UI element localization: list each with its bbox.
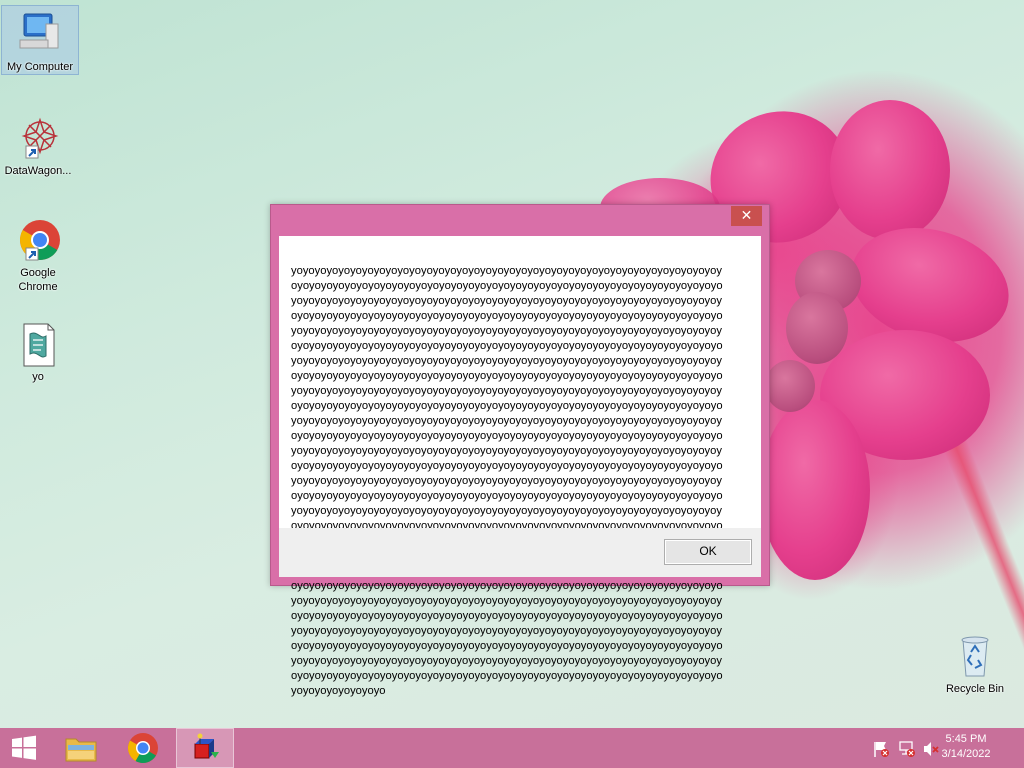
wallpaper-bud [786, 292, 848, 364]
tray-action-center[interactable] [872, 740, 890, 758]
folder-icon [65, 738, 97, 762]
message-dialog[interactable]: ✕ yoyoyoyoyoyoyoyoyoyoyoyoyoyoyoyoyoyoyo… [270, 204, 770, 697]
desktop[interactable]: My Computer DataWagon... Google Chrome y… [0, 0, 1024, 728]
taskbar-active-app[interactable] [176, 728, 234, 768]
flag-alert-icon [874, 742, 889, 757]
ok-button[interactable]: OK [664, 539, 752, 565]
windows-start-icon [12, 735, 36, 760]
chrome-icon [127, 733, 158, 764]
recycle-bin-icon [951, 632, 999, 680]
wallpaper-bud [765, 360, 815, 412]
clock-time: 5:45 PM [945, 733, 987, 745]
close-button[interactable]: ✕ [731, 206, 762, 226]
script-file-icon [14, 320, 62, 368]
desktop-icon-label: My Computer [6, 61, 74, 73]
datawagon-icon [14, 114, 62, 162]
desktop-icon-label: DataWagon... [4, 165, 72, 177]
tray-network[interactable] [898, 740, 916, 758]
taskbar: 5:45 PM 3/14/2022 [0, 728, 1024, 768]
desktop-icon-label: yo [32, 371, 44, 383]
desktop-icon-my-computer[interactable]: My Computer [1, 5, 79, 75]
desktop-icon-recycle-bin[interactable]: Recycle Bin [937, 628, 1013, 696]
chrome-icon [14, 216, 62, 264]
taskbar-file-explorer[interactable] [52, 728, 110, 768]
clock-date: 3/14/2022 [941, 748, 991, 760]
dialog-footer: OK [279, 528, 761, 577]
dialog-message: yoyoyoyoyoyoyoyoyoyoyoyoyoyoyoyoyoyoyoyo… [291, 265, 723, 697]
desktop-icon-yo[interactable]: yo [0, 316, 76, 384]
network-icon [899, 741, 915, 757]
system-clock[interactable]: 5:45 PM 3/14/2022 [926, 732, 1006, 762]
desktop-icon-label: Google Chrome [18, 267, 58, 293]
wallpaper-petal [760, 400, 870, 580]
start-button[interactable] [0, 728, 48, 768]
desktop-icon-label: Recycle Bin [945, 683, 1005, 695]
app-icon [194, 733, 219, 759]
desktop-icon-datawagon[interactable]: DataWagon... [0, 110, 76, 178]
dialog-content: yoyoyoyoyoyoyoyoyoyoyoyoyoyoyoyoyoyoyoyo… [279, 236, 761, 697]
computer-icon [16, 10, 64, 58]
taskbar-google-chrome[interactable] [114, 728, 172, 768]
close-icon: ✕ [740, 207, 753, 223]
wallpaper-petal [830, 100, 950, 240]
desktop-icon-google-chrome[interactable]: Google Chrome [0, 212, 76, 294]
